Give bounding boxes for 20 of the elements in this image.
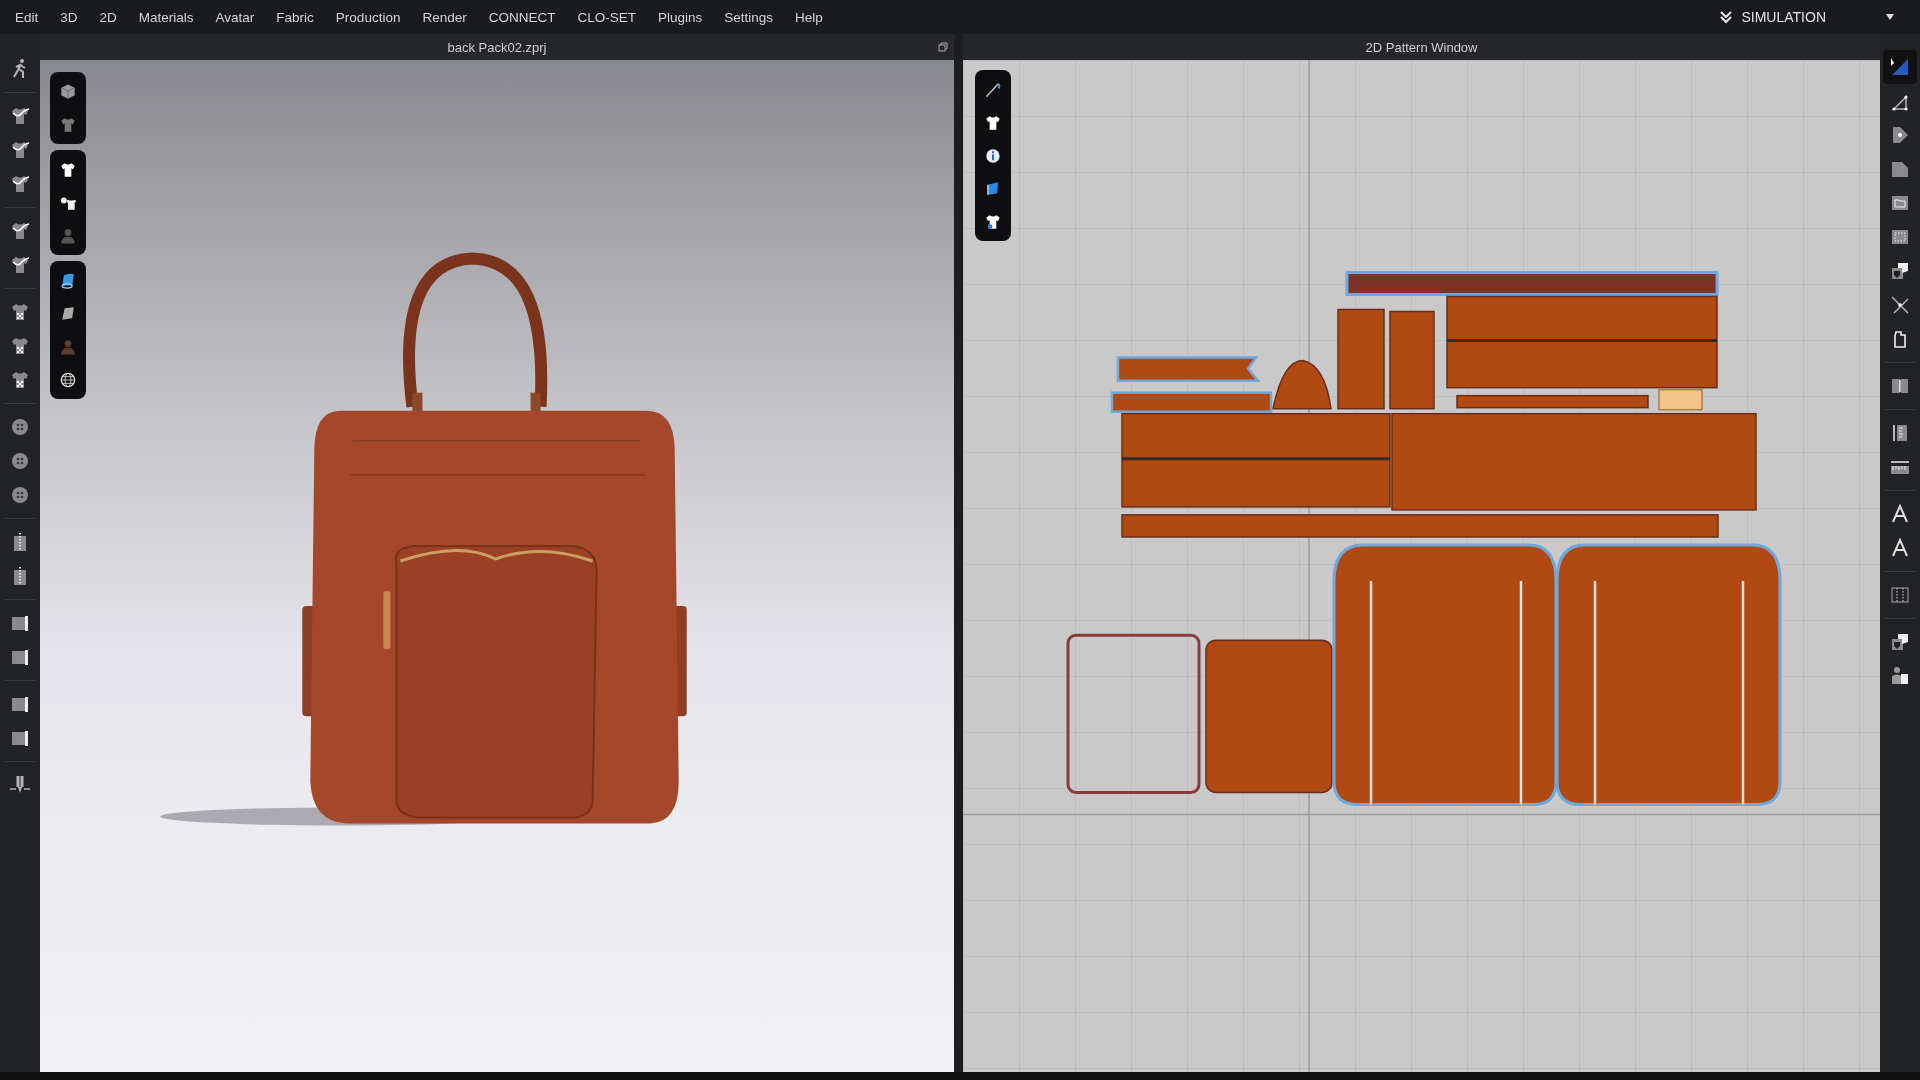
viewport-title: back Pack02.zprj xyxy=(447,39,547,55)
menu-item[interactable]: 2D xyxy=(99,9,117,25)
mode-dropdown[interactable]: SIMULATION xyxy=(1713,5,1900,29)
menu-item[interactable]: Settings xyxy=(724,9,773,25)
menu-item[interactable]: Render xyxy=(422,9,467,25)
menu-item[interactable]: CONNECT xyxy=(488,9,556,25)
menu-item[interactable]: Fabric xyxy=(276,9,314,25)
caret-icon xyxy=(1886,14,1894,20)
menu-item[interactable]: Materials xyxy=(138,9,194,25)
mode-label: SIMULATION xyxy=(1741,9,1826,25)
restore-window-icon[interactable] xyxy=(938,42,948,52)
window-title: 2D Pattern Window xyxy=(1365,39,1478,55)
menu-item[interactable]: Help xyxy=(795,9,823,25)
menu-item[interactable]: 3D xyxy=(60,9,78,25)
menu-item[interactable]: CLO-SET xyxy=(577,9,636,25)
menu-item[interactable]: Plugins xyxy=(657,9,703,25)
menu-item[interactable]: Edit xyxy=(15,9,39,25)
menu-item[interactable]: Production xyxy=(335,9,401,25)
double-chevron-icon xyxy=(1719,10,1734,24)
menu-item[interactable]: Avatar xyxy=(215,9,255,25)
